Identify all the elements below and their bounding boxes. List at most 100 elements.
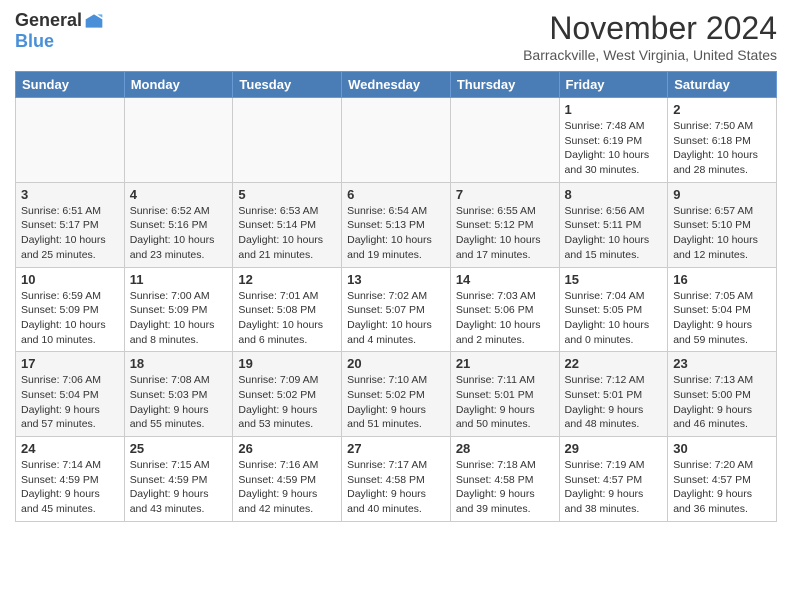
day-info: Sunrise: 7:12 AM Sunset: 5:01 PM Dayligh…: [565, 373, 663, 432]
header-cell-wednesday: Wednesday: [342, 72, 451, 98]
day-number: 17: [21, 356, 119, 371]
calendar-cell: 28 Sunrise: 7:18 AM Sunset: 4:58 PM Dayli…: [450, 437, 559, 522]
month-title: November 2024: [523, 10, 777, 47]
day-number: 5: [238, 187, 336, 202]
calendar-cell: 19Sunrise: 7:09 AM Sunset: 5:02 PM Dayli…: [233, 352, 342, 437]
day-number: 14: [456, 272, 554, 287]
calendar-week-row: 3Sunrise: 6:51 AM Sunset: 5:17 PM Daylig…: [16, 182, 777, 267]
calendar-body: 1Sunrise: 7:48 AM Sunset: 6:19 PM Daylig…: [16, 98, 777, 522]
logo-icon: [84, 11, 104, 31]
calendar-cell: 20Sunrise: 7:10 AM Sunset: 5:02 PM Dayli…: [342, 352, 451, 437]
day-number: 16: [673, 272, 771, 287]
calendar-cell: 25 Sunrise: 7:15 AM Sunset: 4:59 PM Dayli…: [124, 437, 233, 522]
calendar-week-row: 10 Sunrise: 6:59 AM Sunset: 5:09 PM Dayli…: [16, 267, 777, 352]
calendar-cell: 16 Sunrise: 7:05 AM Sunset: 5:04 PM Dayli…: [668, 267, 777, 352]
day-number: 2: [673, 102, 771, 117]
calendar-cell: 18 Sunrise: 7:08 AM Sunset: 5:03 PM Dayli…: [124, 352, 233, 437]
day-number: 23: [673, 356, 771, 371]
day-number: 11: [130, 272, 228, 287]
day-info: Sunrise: 7:06 AM Sunset: 5:04 PM Dayligh…: [21, 373, 119, 432]
calendar-cell: 11 Sunrise: 7:00 AM Sunset: 5:09 PM Dayli…: [124, 267, 233, 352]
day-number: 26: [238, 441, 336, 456]
calendar-cell: 8 Sunrise: 6:56 AM Sunset: 5:11 PM Daylig…: [559, 182, 668, 267]
day-info: Sunrise: 7:10 AM Sunset: 5:02 PM Dayligh…: [347, 373, 445, 432]
day-info: Sunrise: 7:16 AM Sunset: 4:59 PM Dayligh…: [238, 458, 336, 517]
calendar-cell: 22 Sunrise: 7:12 AM Sunset: 5:01 PM Dayli…: [559, 352, 668, 437]
day-info: Sunrise: 7:19 AM Sunset: 4:57 PM Dayligh…: [565, 458, 663, 517]
calendar-cell: [342, 98, 451, 183]
day-number: 9: [673, 187, 771, 202]
day-info: Sunrise: 7:04 AM Sunset: 5:05 PM Dayligh…: [565, 289, 663, 348]
header-cell-monday: Monday: [124, 72, 233, 98]
day-info: Sunrise: 6:59 AM Sunset: 5:09 PM Dayligh…: [21, 289, 119, 348]
calendar-week-row: 24Sunrise: 7:14 AM Sunset: 4:59 PM Dayli…: [16, 437, 777, 522]
day-info: Sunrise: 7:05 AM Sunset: 5:04 PM Dayligh…: [673, 289, 771, 348]
calendar-table: SundayMondayTuesdayWednesdayThursdayFrid…: [15, 71, 777, 522]
day-number: 12: [238, 272, 336, 287]
day-info: Sunrise: 7:20 AM Sunset: 4:57 PM Dayligh…: [673, 458, 771, 517]
calendar-cell: 6Sunrise: 6:54 AM Sunset: 5:13 PM Daylig…: [342, 182, 451, 267]
day-info: Sunrise: 6:53 AM Sunset: 5:14 PM Dayligh…: [238, 204, 336, 263]
day-number: 13: [347, 272, 445, 287]
calendar-cell: 27 Sunrise: 7:17 AM Sunset: 4:58 PM Dayli…: [342, 437, 451, 522]
header-cell-tuesday: Tuesday: [233, 72, 342, 98]
day-number: 1: [565, 102, 663, 117]
calendar-cell: 7Sunrise: 6:55 AM Sunset: 5:12 PM Daylig…: [450, 182, 559, 267]
day-info: Sunrise: 7:18 AM Sunset: 4:58 PM Dayligh…: [456, 458, 554, 517]
day-number: 29: [565, 441, 663, 456]
day-number: 6: [347, 187, 445, 202]
calendar-cell: 15Sunrise: 7:04 AM Sunset: 5:05 PM Dayli…: [559, 267, 668, 352]
day-number: 22: [565, 356, 663, 371]
header-cell-sunday: Sunday: [16, 72, 125, 98]
day-number: 4: [130, 187, 228, 202]
day-number: 3: [21, 187, 119, 202]
day-info: Sunrise: 7:11 AM Sunset: 5:01 PM Dayligh…: [456, 373, 554, 432]
calendar-cell: 26 Sunrise: 7:16 AM Sunset: 4:59 PM Dayli…: [233, 437, 342, 522]
calendar-cell: 9 Sunrise: 6:57 AM Sunset: 5:10 PM Daylig…: [668, 182, 777, 267]
calendar-cell: 13 Sunrise: 7:02 AM Sunset: 5:07 PM Dayli…: [342, 267, 451, 352]
calendar-cell: 10 Sunrise: 6:59 AM Sunset: 5:09 PM Dayli…: [16, 267, 125, 352]
day-info: Sunrise: 6:52 AM Sunset: 5:16 PM Dayligh…: [130, 204, 228, 263]
day-number: 28: [456, 441, 554, 456]
day-number: 18: [130, 356, 228, 371]
logo-general-text: General: [15, 10, 82, 31]
logo-blue-text: Blue: [15, 31, 54, 52]
day-info: Sunrise: 6:56 AM Sunset: 5:11 PM Dayligh…: [565, 204, 663, 263]
day-number: 30: [673, 441, 771, 456]
header-cell-friday: Friday: [559, 72, 668, 98]
title-area: November 2024 Barrackville, West Virgini…: [523, 10, 777, 63]
header-cell-thursday: Thursday: [450, 72, 559, 98]
day-number: 21: [456, 356, 554, 371]
calendar-cell: [124, 98, 233, 183]
logo: General Blue: [15, 10, 104, 52]
day-number: 24: [21, 441, 119, 456]
day-info: Sunrise: 7:50 AM Sunset: 6:18 PM Dayligh…: [673, 119, 771, 178]
day-info: Sunrise: 7:03 AM Sunset: 5:06 PM Dayligh…: [456, 289, 554, 348]
day-info: Sunrise: 7:02 AM Sunset: 5:07 PM Dayligh…: [347, 289, 445, 348]
calendar-cell: 1Sunrise: 7:48 AM Sunset: 6:19 PM Daylig…: [559, 98, 668, 183]
calendar-cell: 30 Sunrise: 7:20 AM Sunset: 4:57 PM Dayli…: [668, 437, 777, 522]
calendar-cell: 24Sunrise: 7:14 AM Sunset: 4:59 PM Dayli…: [16, 437, 125, 522]
calendar-cell: [450, 98, 559, 183]
day-number: 8: [565, 187, 663, 202]
calendar-cell: 3Sunrise: 6:51 AM Sunset: 5:17 PM Daylig…: [16, 182, 125, 267]
day-info: Sunrise: 7:17 AM Sunset: 4:58 PM Dayligh…: [347, 458, 445, 517]
calendar-cell: [233, 98, 342, 183]
day-number: 25: [130, 441, 228, 456]
calendar-header-row: SundayMondayTuesdayWednesdayThursdayFrid…: [16, 72, 777, 98]
day-number: 10: [21, 272, 119, 287]
calendar-cell: 23Sunrise: 7:13 AM Sunset: 5:00 PM Dayli…: [668, 352, 777, 437]
day-info: Sunrise: 7:00 AM Sunset: 5:09 PM Dayligh…: [130, 289, 228, 348]
day-info: Sunrise: 6:57 AM Sunset: 5:10 PM Dayligh…: [673, 204, 771, 263]
calendar-week-row: 17 Sunrise: 7:06 AM Sunset: 5:04 PM Dayli…: [16, 352, 777, 437]
day-info: Sunrise: 7:08 AM Sunset: 5:03 PM Dayligh…: [130, 373, 228, 432]
day-info: Sunrise: 7:01 AM Sunset: 5:08 PM Dayligh…: [238, 289, 336, 348]
day-number: 27: [347, 441, 445, 456]
calendar-cell: 4 Sunrise: 6:52 AM Sunset: 5:16 PM Daylig…: [124, 182, 233, 267]
day-number: 7: [456, 187, 554, 202]
calendar-cell: 21 Sunrise: 7:11 AM Sunset: 5:01 PM Dayli…: [450, 352, 559, 437]
day-info: Sunrise: 7:15 AM Sunset: 4:59 PM Dayligh…: [130, 458, 228, 517]
header-cell-saturday: Saturday: [668, 72, 777, 98]
location-subtitle: Barrackville, West Virginia, United Stat…: [523, 47, 777, 63]
calendar-cell: 14 Sunrise: 7:03 AM Sunset: 5:06 PM Dayli…: [450, 267, 559, 352]
